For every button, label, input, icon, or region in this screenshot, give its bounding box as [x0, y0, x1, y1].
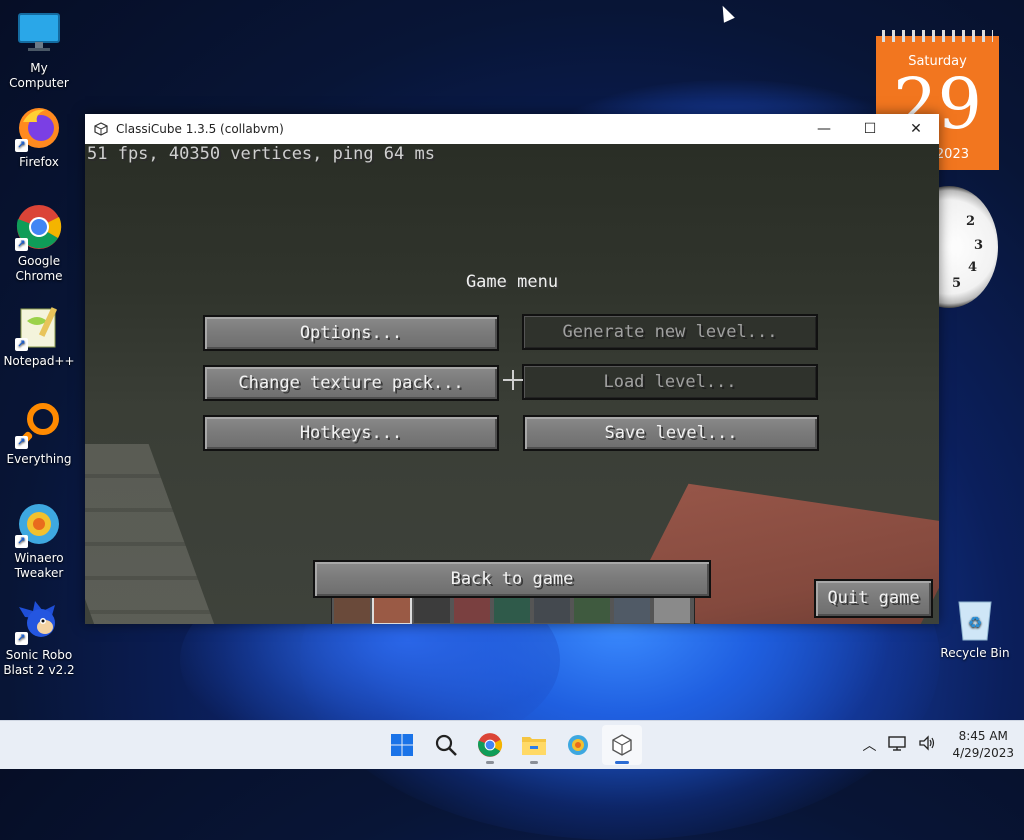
- shortcut-arrow-icon: ↗: [15, 632, 28, 645]
- desktop-icon-my-computer[interactable]: My Computer: [1, 10, 77, 91]
- scene-stone-wall: [85, 444, 222, 624]
- running-indicator: [486, 761, 494, 764]
- quit-game-button[interactable]: Quit game: [814, 579, 933, 618]
- desktop-icon-notepad-plus-plus[interactable]: ↗ Notepad++: [1, 303, 77, 369]
- fps-counter: 51 fps, 40350 vertices, ping 64 ms: [87, 144, 435, 164]
- clock-number: 4: [968, 260, 978, 275]
- desktop-icon-chrome[interactable]: ↗ Google Chrome: [1, 203, 77, 284]
- calendar-rings: [882, 30, 993, 42]
- hotbar-slot[interactable]: [334, 597, 370, 623]
- classicube-cube-icon: [94, 122, 108, 136]
- search-icon[interactable]: [426, 725, 466, 765]
- shortcut-arrow-icon: ↗: [15, 436, 28, 449]
- crosshair-icon: [503, 370, 523, 390]
- hotkeys-button[interactable]: Hotkeys...: [203, 415, 499, 451]
- hotbar[interactable]: [331, 594, 695, 624]
- taskbar[interactable]: ︿ 8:45 AM 4/29/2023: [0, 720, 1024, 769]
- file-explorer-icon[interactable]: [514, 725, 554, 765]
- svg-text:♻: ♻: [968, 613, 982, 632]
- maximize-button[interactable]: ☐: [847, 114, 893, 144]
- back-to-game-button[interactable]: Back to game: [313, 560, 711, 598]
- system-tray[interactable]: ︿ 8:45 AM 4/29/2023: [856, 721, 1014, 769]
- close-button[interactable]: ✕: [893, 114, 939, 144]
- hotbar-slot[interactable]: [574, 597, 610, 623]
- change-texture-pack-button[interactable]: Change texture pack...: [203, 365, 499, 401]
- taskbar-apps[interactable]: [380, 721, 644, 769]
- desktop-icon-label: Everything: [6, 452, 72, 466]
- hotbar-slot-selected[interactable]: [372, 595, 412, 624]
- load-level-button[interactable]: Load level...: [522, 364, 818, 400]
- hotbar-slot[interactable]: [494, 597, 530, 623]
- desktop-icon-label: Winaero Tweaker: [14, 551, 64, 580]
- taskbar-time: 8:45 AM: [958, 729, 1008, 743]
- everything-search-icon: ↗: [15, 401, 63, 449]
- game-menu-title: Game menu: [465, 272, 559, 292]
- desktop-icon-label: Firefox: [19, 155, 59, 169]
- hotbar-slot[interactable]: [534, 597, 570, 623]
- desktop-icon-label: Notepad++: [3, 354, 75, 368]
- winaero-tweaker-icon: ↗: [15, 500, 63, 548]
- window-titlebar[interactable]: ClassiCube 1.3.5 (collabvm) — ☐ ✕: [85, 114, 939, 144]
- minimize-button[interactable]: —: [801, 114, 847, 144]
- clock-number: 5: [952, 276, 962, 291]
- save-level-button[interactable]: Save level...: [523, 415, 819, 451]
- start-icon[interactable]: [382, 725, 422, 765]
- generate-level-button[interactable]: Generate new level...: [522, 314, 818, 350]
- monitor-icon: [15, 10, 63, 58]
- desktop-icon-label: My Computer: [9, 61, 69, 90]
- window-title: ClassiCube 1.3.5 (collabvm): [116, 122, 284, 136]
- speaker-icon[interactable]: [918, 735, 936, 755]
- mouse-cursor-icon: [717, 3, 735, 23]
- clock-number: 2: [966, 214, 976, 229]
- hotbar-slot[interactable]: [414, 597, 450, 623]
- notepad-plus-plus-icon: ↗: [15, 303, 63, 351]
- classicube-window[interactable]: ClassiCube 1.3.5 (collabvm) — ☐ ✕ 51 fps…: [85, 114, 939, 624]
- chevron-up-icon[interactable]: ︿: [862, 735, 876, 755]
- chrome-icon[interactable]: [470, 725, 510, 765]
- hotbar-slot[interactable]: [614, 597, 650, 623]
- calendar-year: 2023: [935, 147, 969, 162]
- taskbar-clock[interactable]: 8:45 AM 4/29/2023: [952, 728, 1014, 762]
- firefox-icon: ↗: [15, 104, 63, 152]
- hotbar-slot[interactable]: [654, 597, 690, 623]
- running-indicator: [530, 761, 538, 764]
- game-viewport[interactable]: 51 fps, 40350 vertices, ping 64 ms Game …: [85, 144, 939, 624]
- classicube-icon[interactable]: [602, 725, 642, 765]
- desktop-icon-label: Google Chrome: [15, 254, 63, 283]
- shortcut-arrow-icon: ↗: [15, 139, 28, 152]
- desktop-icon-label: Sonic Robo Blast 2 v2.2: [3, 648, 75, 677]
- shortcut-arrow-icon: ↗: [15, 535, 28, 548]
- recycle-bin-icon: ♻: [955, 596, 995, 642]
- winaero-icon[interactable]: [558, 725, 598, 765]
- chrome-icon: ↗: [15, 203, 63, 251]
- shortcut-arrow-icon: ↗: [15, 238, 28, 251]
- taskbar-date: 4/29/2023: [952, 746, 1014, 760]
- options-button[interactable]: Options...: [203, 315, 499, 351]
- desktop-icon-firefox[interactable]: ↗ Firefox: [1, 104, 77, 170]
- clock-number: 3: [974, 238, 984, 253]
- shortcut-arrow-icon: ↗: [15, 338, 28, 351]
- network-icon[interactable]: [888, 735, 907, 755]
- desktop-icon-recycle-bin[interactable]: ♻ Recycle Bin: [938, 596, 1012, 660]
- desktop-icon-winaero-tweaker[interactable]: ↗ Winaero Tweaker: [1, 500, 77, 581]
- sonic-icon: ↗: [15, 597, 63, 645]
- hotbar-slot[interactable]: [454, 597, 490, 623]
- desktop-icon-label: Recycle Bin: [940, 646, 1010, 660]
- desktop-icon-everything[interactable]: ↗ Everything: [1, 401, 77, 467]
- running-indicator: [615, 761, 629, 764]
- desktop-icon-sonic-robo-blast[interactable]: ↗ Sonic Robo Blast 2 v2.2: [1, 597, 77, 678]
